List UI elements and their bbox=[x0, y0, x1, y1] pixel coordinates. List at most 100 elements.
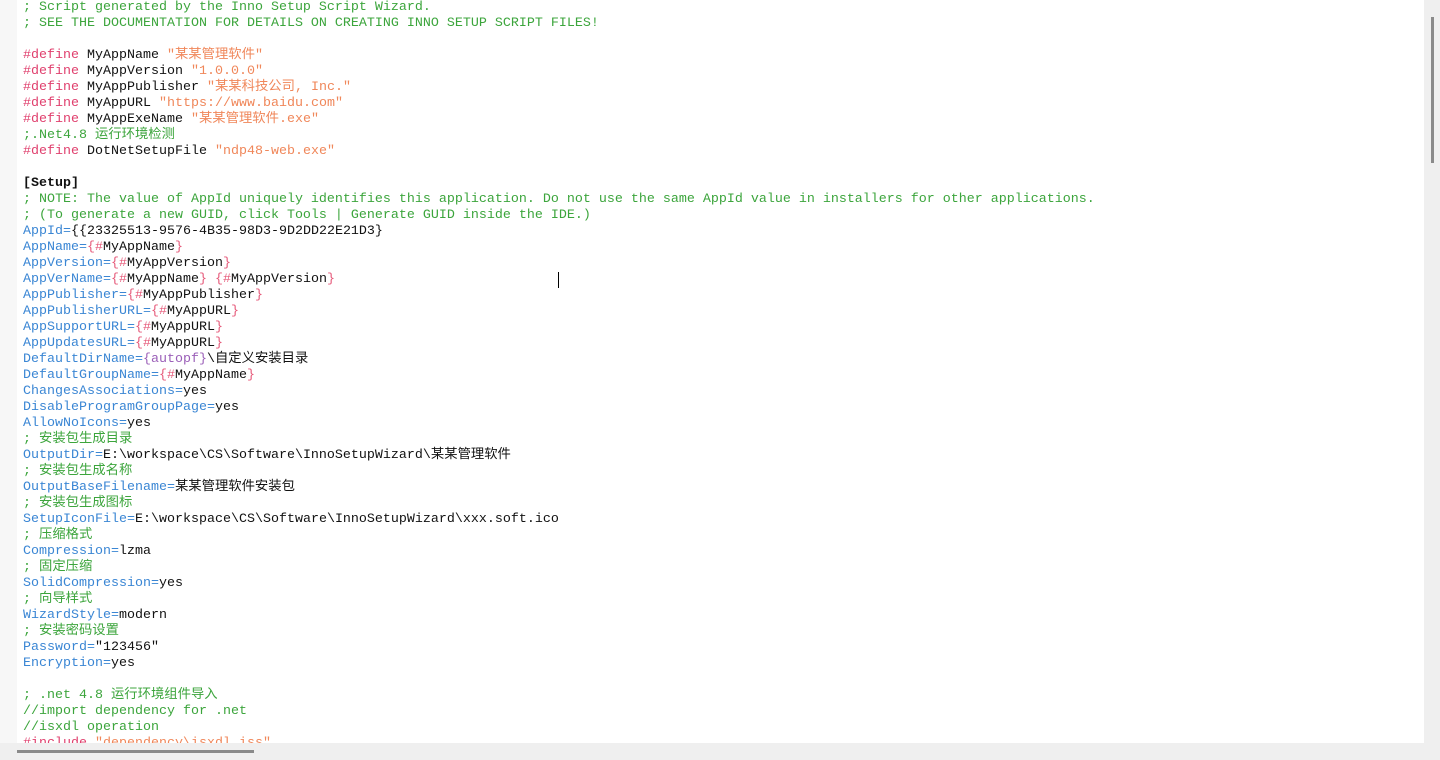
text-token: E:\workspace\CS\Software\InnoSetupWizard… bbox=[134, 512, 559, 527]
text-token: 某某管理软件安装包 bbox=[174, 480, 295, 495]
key-token: AppPublisherURL= bbox=[23, 304, 151, 319]
text-caret bbox=[558, 272, 559, 288]
constant-token: {autopf} bbox=[142, 352, 207, 367]
brace-token: {# bbox=[110, 256, 127, 271]
text-token: modern bbox=[118, 608, 167, 623]
horizontal-scrollbar-thumb[interactable] bbox=[17, 750, 254, 753]
text-token: MyAppVersion bbox=[126, 256, 223, 271]
key-token: AppSupportURL= bbox=[23, 320, 135, 335]
comment-token: ; Script generated by the Inno Setup Scr… bbox=[23, 0, 431, 15]
text-token: yes bbox=[126, 416, 151, 431]
comment-token: ; 安装包生成名称 bbox=[23, 464, 133, 479]
key-token: DefaultDirName= bbox=[23, 352, 143, 367]
text-token: MyAppURL bbox=[150, 320, 215, 335]
code-line: ; 固定压缩 bbox=[23, 560, 1095, 576]
code-line: #define MyAppVersion "1.0.0.0" bbox=[23, 64, 1095, 80]
directive-token: #define bbox=[23, 48, 79, 63]
code-line: //import dependency for .net bbox=[23, 704, 1095, 720]
code-line: AppUpdatesURL={#MyAppURL} bbox=[23, 336, 1095, 352]
brace-token: } bbox=[174, 240, 183, 255]
code-line: DefaultGroupName={#MyAppName} bbox=[23, 368, 1095, 384]
brace-token: } bbox=[230, 304, 239, 319]
code-line: AppPublisherURL={#MyAppURL} bbox=[23, 304, 1095, 320]
code-line: AppId={{23325513-9576-4B35-98D3-9D2DD22E… bbox=[23, 224, 1095, 240]
editor-gutter bbox=[0, 0, 17, 743]
code-editor[interactable]: ; Script generated by the Inno Setup Scr… bbox=[17, 0, 1424, 743]
code-line: OutputDir=E:\workspace\CS\Software\InnoS… bbox=[23, 448, 1095, 464]
code-line: AppVersion={#MyAppVersion} bbox=[23, 256, 1095, 272]
text-token: \自定义安装目录 bbox=[206, 352, 309, 367]
code-line: //isxdl operation bbox=[23, 720, 1095, 736]
code-line: SolidCompression=yes bbox=[23, 576, 1095, 592]
text-token: yes bbox=[182, 384, 207, 399]
brace-token: } bbox=[214, 336, 223, 351]
comment-token: ;.Net4.8 运行环境检测 bbox=[23, 128, 175, 143]
code-line: #define MyAppExeName "某某管理软件.exe" bbox=[23, 112, 1095, 128]
brace-token: {# bbox=[214, 272, 231, 287]
text-token: MyAppURL bbox=[150, 336, 215, 351]
code-line: AppSupportURL={#MyAppURL} bbox=[23, 320, 1095, 336]
key-token: AppUpdatesURL= bbox=[23, 336, 135, 351]
code-lines: ; Script generated by the Inno Setup Scr… bbox=[23, 0, 1095, 743]
code-line: SetupIconFile=E:\workspace\CS\Software\I… bbox=[23, 512, 1095, 528]
text-token: lzma bbox=[118, 544, 151, 559]
comment-token: ; 压缩格式 bbox=[23, 528, 93, 543]
key-token: ChangesAssociations= bbox=[23, 384, 183, 399]
code-line: AppPublisher={#MyAppPublisher} bbox=[23, 288, 1095, 304]
code-line: #include "dependency\isxdl.iss" bbox=[23, 736, 1095, 743]
brace-token: } bbox=[254, 288, 263, 303]
code-line: ;.Net4.8 运行环境检测 bbox=[23, 128, 1095, 144]
comment-token: ; 安装包生成目录 bbox=[23, 432, 133, 447]
code-line: OutputBaseFilename=某某管理软件安装包 bbox=[23, 480, 1095, 496]
text-token: DotNetSetupFile bbox=[79, 144, 215, 159]
text-token: yes bbox=[110, 656, 135, 671]
brace-token: } bbox=[246, 368, 255, 383]
code-line: Encryption=yes bbox=[23, 656, 1095, 672]
string-token: "某某管理软件.exe" bbox=[190, 112, 319, 127]
key-token: AppVerName= bbox=[23, 272, 111, 287]
code-line: [Setup] bbox=[23, 176, 1095, 192]
code-line: ; 安装包生成目录 bbox=[23, 432, 1095, 448]
comment-token: //isxdl operation bbox=[23, 720, 159, 735]
comment-token: ; 固定压缩 bbox=[23, 560, 93, 575]
text-token: MyAppName bbox=[174, 368, 247, 383]
string-token: "某某科技公司, Inc." bbox=[206, 80, 351, 95]
string-token: "某某管理软件" bbox=[166, 48, 263, 63]
code-line: Password="123456" bbox=[23, 640, 1095, 656]
comment-token: //import dependency for .net bbox=[23, 704, 247, 719]
key-token: OutputBaseFilename= bbox=[23, 480, 175, 495]
text-token: yes bbox=[214, 400, 239, 415]
code-line: ; 安装密码设置 bbox=[23, 624, 1095, 640]
comment-token: ; 安装包生成图标 bbox=[23, 496, 133, 511]
text-token: MyAppURL bbox=[79, 96, 159, 111]
text-token: "123456" bbox=[94, 640, 159, 655]
brace-token: {# bbox=[158, 368, 175, 383]
code-line: ; 安装包生成图标 bbox=[23, 496, 1095, 512]
code-line: ; .net 4.8 运行环境组件导入 bbox=[23, 688, 1095, 704]
text-token: MyAppPublisher bbox=[79, 80, 207, 95]
code-line: AllowNoIcons=yes bbox=[23, 416, 1095, 432]
key-token: OutputDir= bbox=[23, 448, 103, 463]
vertical-scrollbar-thumb[interactable] bbox=[1431, 17, 1434, 163]
code-line: AppName={#MyAppName} bbox=[23, 240, 1095, 256]
text-token: MyAppName bbox=[126, 272, 199, 287]
brace-token: {# bbox=[110, 272, 127, 287]
text-token: MyAppVersion bbox=[230, 272, 327, 287]
comment-token: ; 安装密码设置 bbox=[23, 624, 119, 639]
string-token: "https://www.baidu.com" bbox=[158, 96, 343, 111]
text-token: MyAppPublisher bbox=[142, 288, 255, 303]
code-line: #define DotNetSetupFile "ndp48-web.exe" bbox=[23, 144, 1095, 160]
directive-token: #define bbox=[23, 96, 79, 111]
text-token: MyAppName bbox=[79, 48, 167, 63]
brace-token: {# bbox=[150, 304, 167, 319]
brace-token: {# bbox=[134, 336, 151, 351]
brace-token: } bbox=[214, 320, 223, 335]
string-token: "1.0.0.0" bbox=[190, 64, 263, 79]
brace-token: {# bbox=[87, 240, 103, 255]
key-token: Password= bbox=[23, 640, 95, 655]
key-token: SolidCompression= bbox=[23, 576, 159, 591]
code-line: ; (To generate a new GUID, click Tools |… bbox=[23, 208, 1095, 224]
brace-token: } bbox=[198, 272, 207, 287]
